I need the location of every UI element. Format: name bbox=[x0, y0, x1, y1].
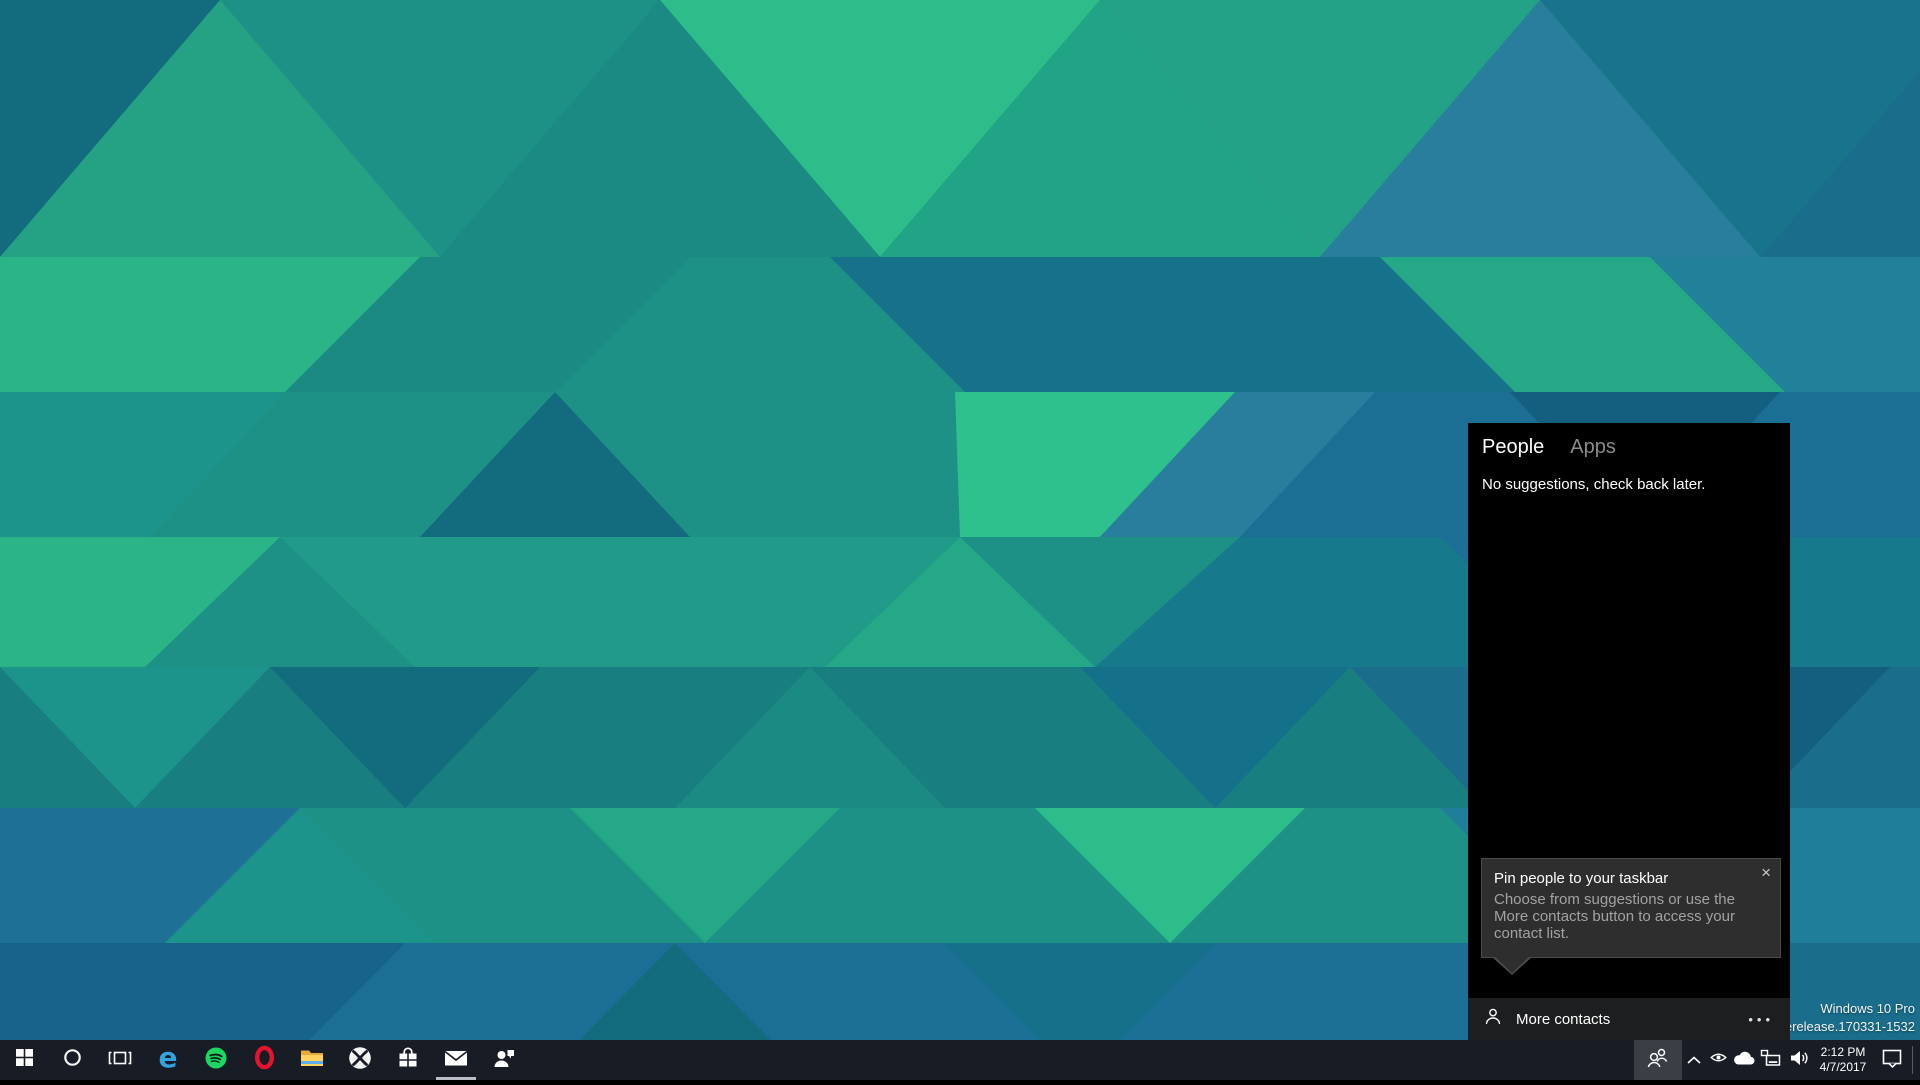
clock-date: 4/7/2017 bbox=[1820, 1060, 1867, 1075]
action-center-icon bbox=[1881, 1047, 1903, 1074]
onedrive-cloud-icon bbox=[1732, 1050, 1756, 1071]
network-button[interactable] bbox=[1757, 1040, 1785, 1080]
flyout-tabs: People Apps bbox=[1468, 423, 1790, 459]
spotify-icon bbox=[204, 1046, 228, 1075]
file-explorer-icon bbox=[300, 1048, 324, 1073]
tooltip-title: Pin people to your taskbar bbox=[1494, 869, 1750, 889]
more-contacts-button[interactable]: More contacts ••• bbox=[1468, 998, 1790, 1040]
start-button[interactable] bbox=[0, 1040, 48, 1080]
tray-eye-button[interactable] bbox=[1706, 1040, 1730, 1080]
action-center-button[interactable] bbox=[1872, 1040, 1912, 1080]
mail-icon bbox=[444, 1049, 468, 1072]
tooltip-arrow-fill bbox=[1494, 956, 1530, 973]
start-icon bbox=[16, 1049, 33, 1071]
people-app-button[interactable] bbox=[480, 1040, 528, 1080]
xbox-button[interactable] bbox=[336, 1040, 384, 1080]
show-hidden-icons-button[interactable] bbox=[1682, 1040, 1706, 1080]
taskbar-clock[interactable]: 2:12 PM 4/7/2017 bbox=[1814, 1040, 1872, 1080]
tab-apps[interactable]: Apps bbox=[1570, 436, 1616, 459]
svg-text:e: e bbox=[159, 1044, 178, 1072]
show-desktop-button[interactable] bbox=[1912, 1046, 1920, 1074]
tooltip-body: Choose from suggestions or use the More … bbox=[1494, 891, 1750, 942]
edge-icon: e bbox=[154, 1044, 182, 1077]
network-icon bbox=[1760, 1049, 1782, 1072]
store-button[interactable] bbox=[384, 1040, 432, 1080]
no-suggestions-message: No suggestions, check back later. bbox=[1468, 459, 1790, 493]
people-app-icon bbox=[493, 1047, 515, 1074]
taskbar: e bbox=[0, 1040, 1920, 1080]
chevron-up-icon bbox=[1687, 1051, 1701, 1069]
cortana-button[interactable] bbox=[48, 1040, 96, 1080]
system-tray: 2:12 PM 4/7/2017 bbox=[1634, 1040, 1920, 1080]
onedrive-button[interactable] bbox=[1730, 1040, 1757, 1080]
tab-people[interactable]: People bbox=[1482, 436, 1544, 459]
opera-button[interactable] bbox=[240, 1040, 288, 1080]
pin-people-tooltip: Pin people to your taskbar Choose from s… bbox=[1481, 858, 1781, 958]
xbox-icon bbox=[348, 1046, 372, 1075]
cortana-search-icon bbox=[63, 1048, 82, 1072]
edge-button[interactable]: e bbox=[144, 1040, 192, 1080]
eye-icon bbox=[1710, 1051, 1727, 1069]
spotify-button[interactable] bbox=[192, 1040, 240, 1080]
task-view-button[interactable] bbox=[96, 1040, 144, 1080]
mail-button[interactable] bbox=[432, 1040, 480, 1080]
store-icon bbox=[397, 1047, 419, 1074]
volume-icon bbox=[1789, 1049, 1811, 1072]
people-flyout-panel: People Apps No suggestions, check back l… bbox=[1468, 423, 1790, 1040]
task-view-icon bbox=[108, 1049, 132, 1072]
file-explorer-button[interactable] bbox=[288, 1040, 336, 1080]
person-outline-icon bbox=[1484, 1007, 1502, 1031]
opera-icon bbox=[253, 1045, 276, 1075]
more-contacts-label: More contacts bbox=[1516, 1011, 1610, 1028]
people-tray-button[interactable] bbox=[1634, 1040, 1682, 1080]
volume-button[interactable] bbox=[1785, 1040, 1814, 1080]
clock-time: 2:12 PM bbox=[1821, 1045, 1866, 1060]
people-tray-icon bbox=[1646, 1047, 1670, 1074]
close-icon[interactable]: × bbox=[1761, 864, 1771, 881]
see-more-icon[interactable]: ••• bbox=[1748, 1012, 1774, 1027]
